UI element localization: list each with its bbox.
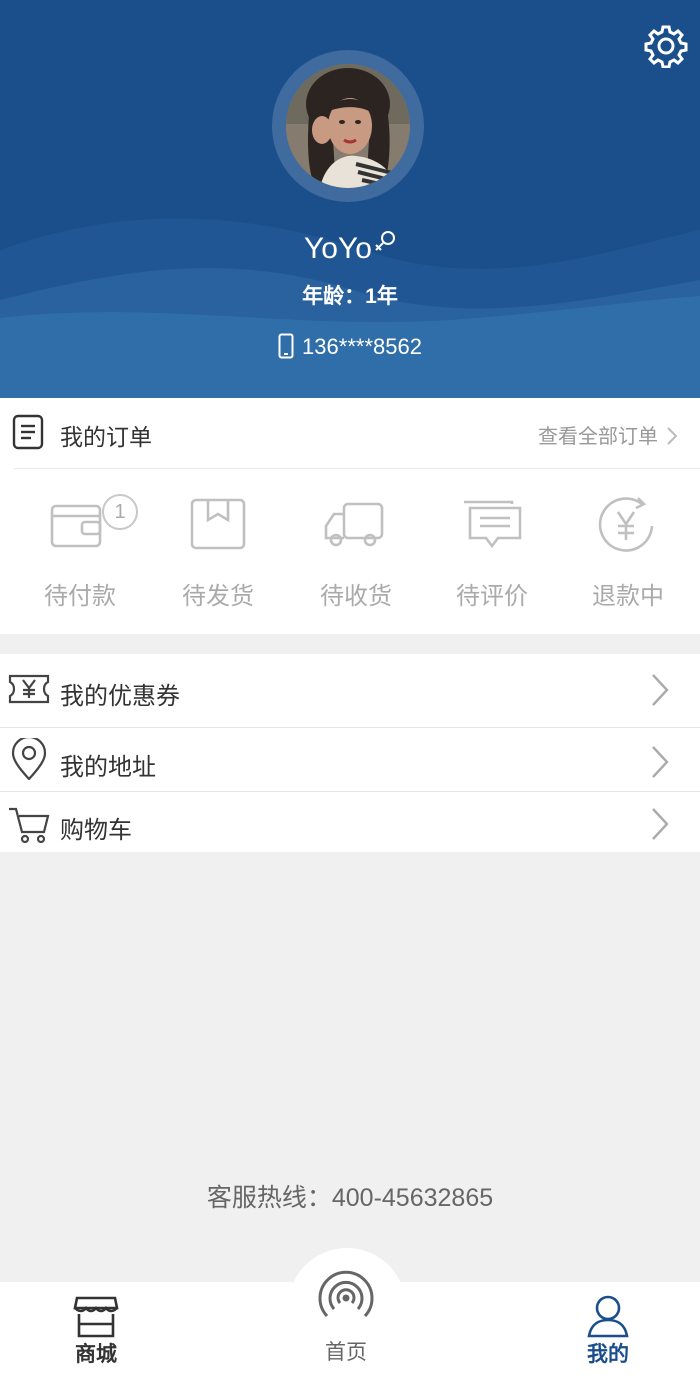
order-status-pending-review[interactable]: 待评价 xyxy=(422,492,562,622)
female-gender-icon xyxy=(375,231,395,251)
view-all-orders-link[interactable]: 查看全部订单 xyxy=(538,420,678,449)
menu-item-cart[interactable]: 购物车 xyxy=(0,792,700,862)
customer-service-hotline[interactable]: 客服热线：400-45632865 xyxy=(0,1178,700,1214)
order-status-pending-payment[interactable]: 1 待付款 xyxy=(10,492,150,622)
phone-row: 136****8562 xyxy=(0,333,700,360)
orders-title: 我的订单 xyxy=(60,424,152,450)
tab-label: 首页 xyxy=(325,1341,367,1364)
account-menu: 我的优惠券 我的地址 购物车 xyxy=(0,654,700,852)
user-icon xyxy=(587,1295,629,1338)
store-icon xyxy=(73,1296,119,1338)
mobile-phone-icon xyxy=(278,333,294,359)
order-status-label: 待收货 xyxy=(320,583,392,610)
username: YoYo xyxy=(304,232,372,265)
orders-divider xyxy=(14,468,700,469)
menu-item-label: 我的地址 xyxy=(60,754,156,781)
age-label: 年龄：1年 xyxy=(302,285,398,308)
tab-label: 我的 xyxy=(587,1343,629,1366)
package-icon xyxy=(190,498,246,550)
chevron-right-icon xyxy=(652,808,669,840)
chevron-right-icon xyxy=(652,746,669,778)
order-status-refunding[interactable]: 退款中 xyxy=(558,492,698,622)
truck-icon xyxy=(324,502,384,547)
menu-item-coupons[interactable]: 我的优惠券 xyxy=(0,654,700,724)
tab-mine[interactable]: 我的 xyxy=(538,1294,678,1368)
profile-header: YoYo 年龄：1年 136****8562 xyxy=(0,0,700,398)
refund-icon xyxy=(598,497,654,552)
order-status-label: 待付款 xyxy=(44,583,116,610)
chevron-right-icon xyxy=(667,427,678,445)
avatar-photo xyxy=(286,64,410,188)
order-status-pending-receipt[interactable]: 待收货 xyxy=(286,492,426,622)
username-row: YoYo xyxy=(0,231,700,266)
view-all-orders-label: 查看全部订单 xyxy=(538,426,658,448)
orders-header[interactable]: 我的订单 查看全部订单 xyxy=(0,398,700,468)
avatar[interactable] xyxy=(286,64,410,188)
settings-gear-icon[interactable] xyxy=(644,24,688,68)
coupon-icon xyxy=(8,674,50,704)
menu-item-address[interactable]: 我的地址 xyxy=(0,728,700,798)
chevron-right-icon xyxy=(652,674,669,706)
order-status-label: 待评价 xyxy=(456,583,528,610)
menu-item-label: 我的优惠券 xyxy=(60,683,180,710)
menu-item-label: 购物车 xyxy=(60,817,132,844)
tab-label: 商城 xyxy=(75,1343,117,1366)
location-pin-icon xyxy=(11,738,47,780)
tab-home[interactable]: 首页 xyxy=(276,1266,416,1366)
signal-icon xyxy=(318,1270,374,1318)
comment-icon xyxy=(464,500,522,549)
cart-icon xyxy=(9,807,50,844)
order-status-label: 待发货 xyxy=(182,583,254,610)
order-status-label: 退款中 xyxy=(592,583,664,610)
phone-number: 136****8562 xyxy=(302,334,422,359)
order-count-badge: 1 xyxy=(102,494,138,530)
tab-store[interactable]: 商城 xyxy=(26,1294,166,1368)
orders-section: 我的订单 查看全部订单 1 待付款 待发货 待收货 待评价 退款中 xyxy=(0,398,700,634)
order-status-pending-shipment[interactable]: 待发货 xyxy=(148,492,288,622)
order-document-icon xyxy=(12,414,44,450)
